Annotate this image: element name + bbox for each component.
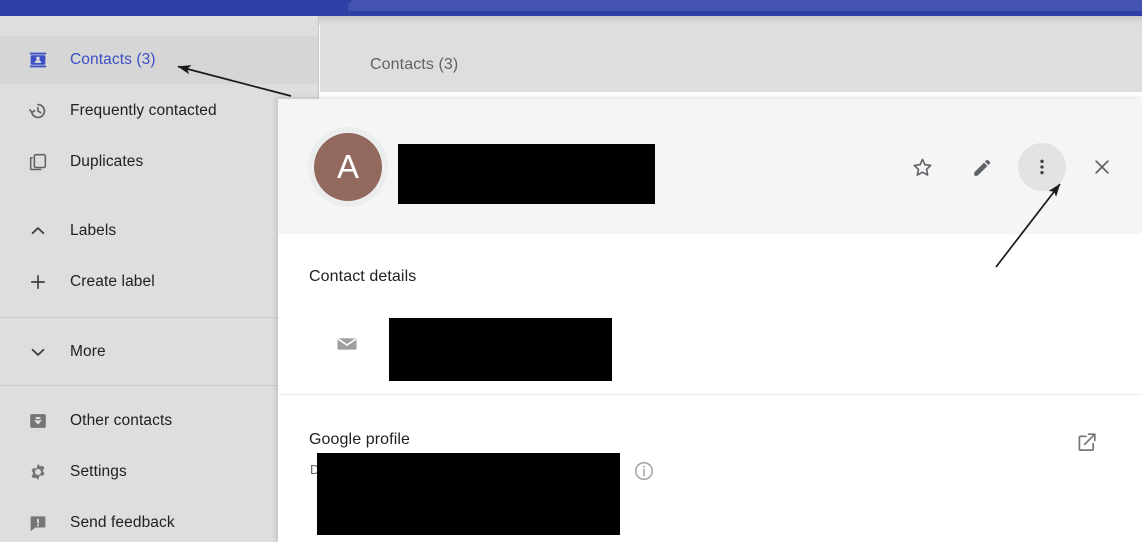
close-contact-button[interactable] [1078, 143, 1126, 191]
google-profile-value-redacted [317, 453, 620, 535]
sidebar-divider [0, 317, 318, 318]
contacts-icon [26, 48, 50, 72]
info-icon[interactable] [633, 460, 655, 482]
chevron-down-icon [26, 340, 50, 364]
card-section-divider [278, 394, 1142, 395]
avatar: A [308, 127, 388, 207]
sidebar-item-label: Duplicates [70, 153, 144, 170]
sidebar-item-frequently-contacted[interactable]: Frequently contacted [0, 87, 318, 135]
star-icon [912, 158, 932, 176]
gear-icon [26, 460, 50, 484]
sidebar-item-more[interactable]: More [0, 328, 318, 376]
email-icon [335, 332, 359, 356]
sidebar-item-settings[interactable]: Settings [0, 448, 318, 496]
close-icon [1095, 160, 1109, 174]
sidebar-item-label: Send feedback [70, 514, 175, 531]
avatar-initial: A [314, 133, 382, 201]
sidebar-item-label: Create label [70, 273, 155, 290]
pencil-icon [973, 159, 990, 176]
contacts-app-window: Contacts (3) Contacts (3) Frequently con… [0, 0, 1142, 542]
sidebar-divider [0, 385, 318, 386]
sidebar-item-other-contacts[interactable]: Other contacts [0, 397, 318, 445]
more-options-button[interactable] [1018, 143, 1066, 191]
contact-name-redacted [398, 144, 655, 204]
sidebar-item-label: Labels [70, 222, 117, 239]
sidebar-item-label: Contacts (3) [70, 51, 156, 68]
sidebar-item-send-feedback[interactable]: Send feedback [0, 499, 318, 542]
archive-icon [26, 409, 50, 433]
google-profile-heading: Google profile [309, 431, 411, 448]
page-title: Contacts (3) [370, 56, 459, 73]
chevron-up-icon [26, 219, 50, 243]
duplicates-icon [26, 150, 50, 174]
sidebar-item-labels[interactable]: Labels [0, 207, 318, 255]
feedback-icon [26, 511, 50, 535]
contact-details-heading: Contact details [309, 268, 417, 285]
sidebar-item-contacts[interactable]: Contacts (3) [0, 36, 318, 84]
sidebar-item-create-label[interactable]: Create label [0, 258, 318, 306]
sidebar-item-label: More [70, 343, 106, 360]
browser-active-tab[interactable] [348, 0, 1142, 11]
sidebar-item-label: Other contacts [70, 412, 173, 429]
contact-card-actions [898, 143, 1126, 191]
sidebar-item-label: Settings [70, 463, 127, 480]
edit-contact-button[interactable] [958, 143, 1006, 191]
open-in-new-icon[interactable] [1075, 430, 1099, 454]
email-value-redacted [389, 318, 612, 381]
three-dot-menu-icon [1040, 159, 1044, 175]
sidebar-item-label: Frequently contacted [70, 102, 217, 119]
plus-icon [26, 270, 50, 294]
history-icon [26, 99, 50, 123]
sidebar-item-duplicates[interactable]: Duplicates [0, 138, 318, 186]
sidebar: Contacts (3) Frequently contacted Duplic… [0, 16, 319, 542]
favorite-star-button[interactable] [898, 143, 946, 191]
